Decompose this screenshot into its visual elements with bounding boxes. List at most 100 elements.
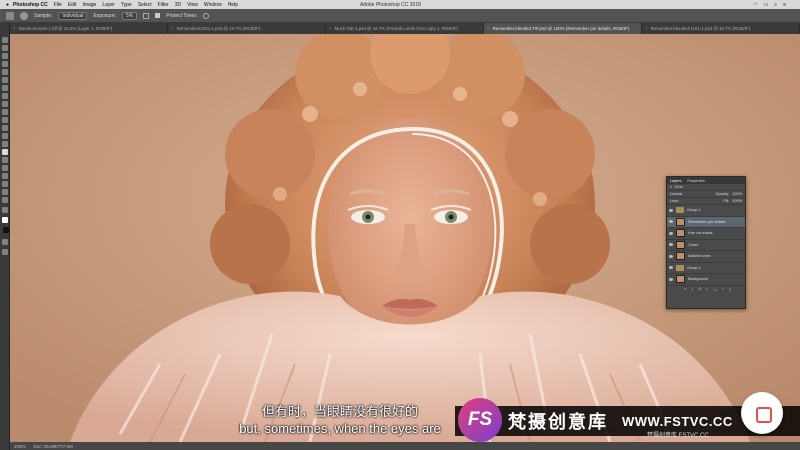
sample-select[interactable]: Individual xyxy=(58,11,88,20)
zoom-tool-icon[interactable] xyxy=(2,197,8,203)
app-menu[interactable]: Photoshop CC xyxy=(13,2,48,8)
layer-row[interactable]: Background xyxy=(667,274,745,286)
adjustment-layer-icon[interactable]: ◐ xyxy=(706,287,708,291)
menu-file[interactable]: File xyxy=(54,2,62,8)
trash-icon[interactable]: ▯ xyxy=(729,287,731,292)
brush-size-icon[interactable] xyxy=(20,11,28,20)
link-layers-icon[interactable]: ∞ xyxy=(684,287,687,291)
new-layer-icon[interactable]: + xyxy=(722,287,724,291)
status-icons: ◠ ▭ ⌕ ≡ xyxy=(753,2,786,8)
layer-name: Cures xyxy=(688,242,699,247)
new-group-icon[interactable]: ▭ xyxy=(713,287,717,292)
menu-view[interactable]: View xyxy=(187,2,198,8)
quick-mask-icon[interactable] xyxy=(2,239,8,245)
menu-layer[interactable]: Layer xyxy=(102,2,115,8)
move-tool-icon[interactable] xyxy=(2,37,8,43)
tool-preset-icon[interactable] xyxy=(6,11,14,20)
layer-thumbnail xyxy=(676,240,685,249)
marquee-tool-icon[interactable] xyxy=(2,45,8,51)
fx-icon[interactable]: ƒ xyxy=(692,287,694,291)
menu-image[interactable]: Image xyxy=(82,2,96,8)
lasso-tool-icon[interactable] xyxy=(2,53,8,59)
visibility-eye-icon[interactable] xyxy=(669,208,673,212)
healing-brush-tool-icon[interactable] xyxy=(2,93,8,99)
doc-tab-2[interactable]: × Remember11001.1.psd @ 16.7% (RGB/8*) xyxy=(168,23,326,34)
clone-stamp-tool-icon[interactable] xyxy=(2,109,8,115)
folder-icon xyxy=(676,207,684,214)
visibility-eye-icon[interactable] xyxy=(669,220,673,224)
zoom-level[interactable]: 100% xyxy=(14,444,26,449)
hand-tool-icon[interactable] xyxy=(2,189,8,195)
battery-icon[interactable]: ▭ xyxy=(764,2,769,8)
gradient-tool-icon[interactable] xyxy=(2,133,8,139)
tab-properties[interactable]: Properties xyxy=(687,179,704,183)
layer-row[interactable]: Natural tones xyxy=(667,251,745,263)
fill-label: Fill: xyxy=(723,199,730,203)
mask-icon[interactable]: ◘ xyxy=(699,287,701,291)
visibility-eye-icon[interactable] xyxy=(669,254,673,258)
doc-tab-5[interactable]: × Remember.blended-1161-1.psd @ 16.7% (RG… xyxy=(642,23,800,34)
airbrush-icon[interactable] xyxy=(143,12,150,19)
floating-action-button[interactable] xyxy=(741,392,783,434)
close-icon[interactable]: × xyxy=(487,26,490,31)
history-brush-tool-icon[interactable] xyxy=(2,117,8,123)
wifi-icon[interactable]: ◠ xyxy=(753,2,757,8)
crop-tool-icon[interactable] xyxy=(2,69,8,75)
visibility-eye-icon[interactable] xyxy=(669,231,673,235)
eyedropper-tool-icon[interactable] xyxy=(2,85,8,91)
layers-panel: Layers Properties ⌕ Kind Normal Opacity:… xyxy=(666,176,746,309)
close-icon[interactable]: × xyxy=(13,26,16,31)
layer-row[interactable]: Group 1 xyxy=(667,205,745,217)
menu-window[interactable]: Window xyxy=(204,2,222,8)
visibility-eye-icon[interactable] xyxy=(669,243,673,247)
dodge-tool-icon[interactable] xyxy=(2,149,8,155)
foreground-color-swatch[interactable] xyxy=(2,217,8,223)
blur-tool-icon[interactable] xyxy=(2,141,8,147)
pressure-icon[interactable] xyxy=(202,12,209,19)
layer-row[interactable]: Cures xyxy=(667,240,745,251)
eraser-tool-icon[interactable] xyxy=(2,125,8,131)
menu-list-icon[interactable]: ≡ xyxy=(783,2,786,8)
close-icon[interactable]: × xyxy=(645,26,648,31)
layer-row-selected[interactable]: Remember per details xyxy=(667,216,745,228)
screen-mode-icon[interactable] xyxy=(2,249,8,255)
path-select-tool-icon[interactable] xyxy=(2,173,8,179)
menu-edit[interactable]: Edit xyxy=(68,2,77,8)
kind-filter-select[interactable]: Kind xyxy=(675,185,683,189)
pen-tool-icon[interactable] xyxy=(2,157,8,163)
doc-tab-3[interactable]: × Mock-Tab-1.psd @ 16.7% (Portrait Lumin … xyxy=(326,23,484,34)
layer-name: Group 2 xyxy=(687,265,701,270)
menu-help[interactable]: Help xyxy=(228,2,238,8)
type-tool-icon[interactable] xyxy=(2,165,8,171)
exposure-field[interactable]: 5% xyxy=(122,11,138,20)
frame-tool-icon[interactable] xyxy=(2,77,8,83)
opacity-field[interactable]: 100% xyxy=(732,192,742,196)
fill-field[interactable]: 100% xyxy=(732,199,742,203)
close-icon[interactable]: × xyxy=(329,26,332,31)
layer-name: Natural tones xyxy=(688,254,711,259)
mac-menu-bar: ● Photoshop CC File Edit Image Layer Typ… xyxy=(0,0,800,9)
layer-name: Remember per details xyxy=(688,219,726,224)
menu-select[interactable]: Select xyxy=(138,2,152,8)
close-icon[interactable]: × xyxy=(171,26,174,31)
layer-row[interactable]: Hue cor tracks xyxy=(667,228,745,240)
shape-tool-icon[interactable] xyxy=(2,181,8,187)
search-icon[interactable]: ⌕ xyxy=(774,2,777,8)
doc-tab-1[interactable]: × Denim.remove-1.tiff @ 12.5% (Layer 1, R… xyxy=(10,23,168,34)
visibility-eye-icon[interactable] xyxy=(669,277,673,281)
more-tools-icon[interactable] xyxy=(2,207,8,213)
protect-tones-checkbox[interactable] xyxy=(155,13,161,18)
apple-icon[interactable]: ● xyxy=(6,2,9,8)
background-color-swatch[interactable] xyxy=(3,227,9,233)
menu-type[interactable]: Type xyxy=(121,2,132,8)
brush-tool-icon[interactable] xyxy=(2,101,8,107)
blend-mode-select[interactable]: Normal xyxy=(670,192,682,196)
quick-select-tool-icon[interactable] xyxy=(2,61,8,67)
visibility-eye-icon[interactable] xyxy=(669,266,673,270)
layer-filter-row: ⌕ Kind xyxy=(667,184,745,191)
menu-filter[interactable]: Filter xyxy=(158,2,169,8)
doc-tab-4-active[interactable]: × Remember.blended.TIF.psd @ 100% (Rememb… xyxy=(484,23,642,34)
layer-row[interactable]: Group 2 xyxy=(667,263,745,274)
menu-3d[interactable]: 3D xyxy=(175,2,181,8)
tab-layers[interactable]: Layers xyxy=(670,179,681,183)
